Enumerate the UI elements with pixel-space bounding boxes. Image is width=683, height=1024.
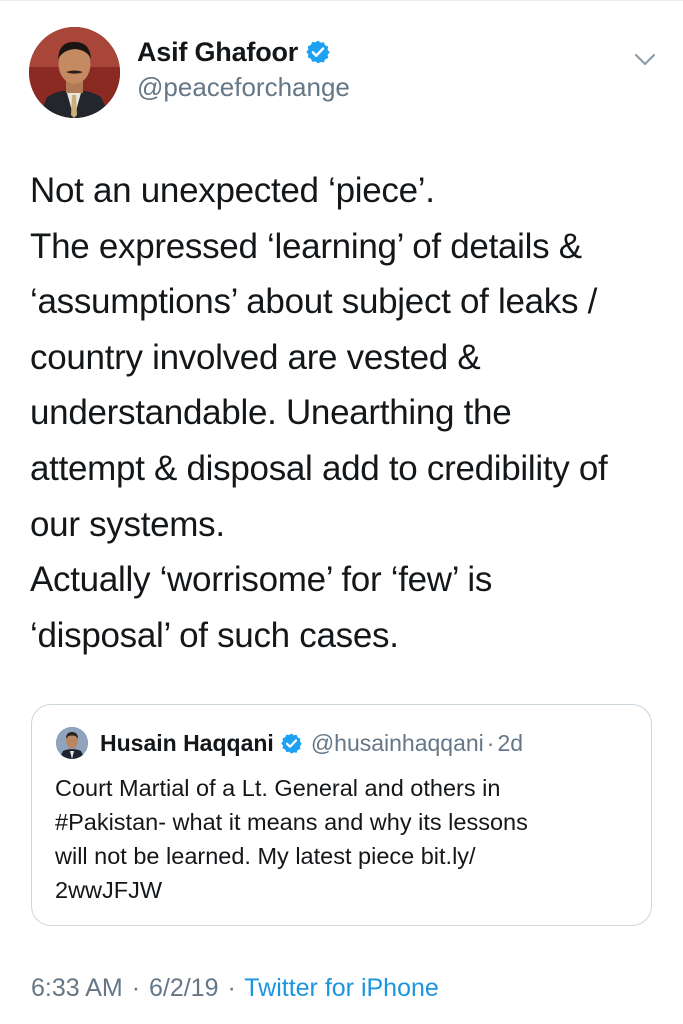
quoted-tweet-age: 2d	[497, 729, 524, 756]
tweet-text-line: country involved are vested &	[30, 337, 481, 377]
tweet-text-line: attempt & disposal add to credibility of	[30, 448, 608, 488]
verified-badge-icon	[305, 39, 331, 65]
meta-separator: ·	[131, 974, 141, 1002]
tweet-time[interactable]: 6:33 AM	[31, 974, 123, 1002]
meta-separator: ·	[227, 974, 236, 1002]
tweet-date[interactable]: 6/2/19	[149, 974, 219, 1002]
chevron-down-icon[interactable]	[630, 48, 660, 72]
quoted-text-line: #Pakistan- what it means and why its les…	[55, 809, 528, 835]
quoted-verified-badge-icon	[280, 732, 303, 755]
quoted-text-line: will not be learned. My latest piece bit…	[55, 843, 476, 869]
quoted-tweet-header: Husain Haqqani @husainhaqqani · 2d	[100, 727, 523, 759]
author-handle[interactable]: @peaceforchange	[137, 72, 350, 103]
quoted-tweet-card[interactable]: Husain Haqqani @husainhaqqani · 2d Court…	[31, 704, 652, 926]
quoted-author-photo	[56, 727, 88, 759]
quoted-author-avatar[interactable]	[56, 727, 88, 759]
quoted-tweet-text: Court Martial of a Lt. General and other…	[55, 771, 635, 907]
quoted-author-handle[interactable]: @husainhaqqani	[311, 730, 484, 757]
tweet-text-line: Actually ‘worrisome’ for ‘few’ is	[30, 560, 493, 600]
quoted-text-line: 2wwJFJW	[55, 877, 163, 903]
tweet-text-line: understandable. Unearthing the	[30, 393, 512, 433]
tweet-text-line: ‘disposal’ of such cases.	[30, 615, 399, 655]
author-name[interactable]: Asif Ghafoor	[137, 37, 298, 68]
top-divider	[0, 0, 683, 1]
tweet-text-line: The expressed ‘learning’ of details &	[30, 226, 582, 266]
quoted-separator: ·	[486, 729, 495, 756]
author-avatar[interactable]	[29, 27, 120, 118]
tweet-text: Not an unexpected ‘piece’. The expressed…	[30, 163, 670, 663]
tweet-text-line: our systems.	[30, 504, 225, 544]
author-name-row[interactable]: Asif Ghafoor	[137, 33, 331, 71]
tweet-meta: 6:33 AM · 6/2/19 · Twitter for iPhone	[31, 974, 439, 1003]
tweet-source-link[interactable]: Twitter for iPhone	[244, 974, 439, 1002]
tweet-text-line: Not an unexpected ‘piece’.	[30, 171, 435, 210]
author-photo	[29, 27, 120, 118]
quoted-text-line: Court Martial of a Lt. General and other…	[55, 775, 501, 801]
tweet-text-line: ‘assumptions’ about subject of leaks /	[30, 282, 598, 322]
quoted-author-name[interactable]: Husain Haqqani	[100, 730, 274, 757]
